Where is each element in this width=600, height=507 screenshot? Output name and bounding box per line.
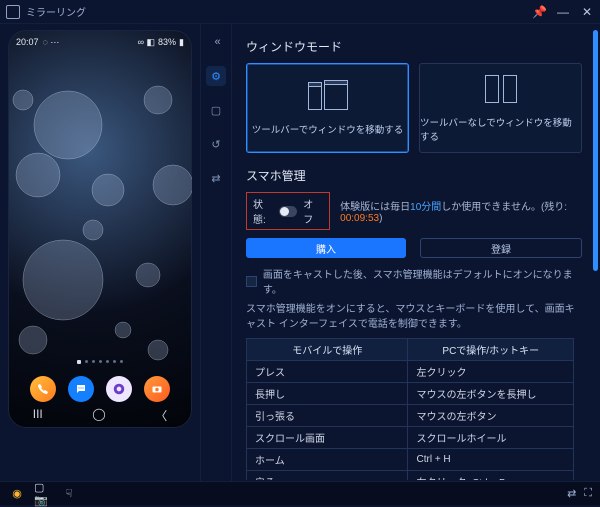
transfer-icon[interactable]: ⇄ xyxy=(206,168,226,188)
window-mode-card-no-toolbar[interactable]: ツールバーなしでウィンドウを移動する xyxy=(419,63,582,153)
help-text: スマホ管理機能をオンにすると、マウスとキーボードを使用して、画面キャスト インタ… xyxy=(246,302,588,332)
register-button[interactable]: 登録 xyxy=(420,238,582,258)
phone-navbar: III ◯ 〈 xyxy=(8,407,192,424)
screenshot-icon[interactable]: ▢​📷 xyxy=(34,485,52,503)
minimize-icon[interactable]: — xyxy=(556,5,570,19)
table-cell: Ctrl + H xyxy=(408,449,574,471)
table-cell: 長押し xyxy=(247,383,408,405)
state-toggle[interactable] xyxy=(279,206,297,217)
camera-icon[interactable] xyxy=(144,376,170,402)
gear-icon[interactable]: ⚙ xyxy=(206,66,226,86)
table-cell: 右クリック; Ctrl + B xyxy=(408,471,574,481)
titlebar: ミラーリング 📌 — ✕ xyxy=(0,0,600,24)
state-box: 状態: オフ xyxy=(246,192,330,230)
pin-icon[interactable]: 📌 xyxy=(532,5,546,19)
table-cell: ホーム xyxy=(247,449,408,471)
table-row: スクロール画面スクロールホイール xyxy=(247,427,574,449)
phone-dock xyxy=(8,376,192,402)
table-cell: 左クリック xyxy=(408,361,574,383)
record-icon[interactable]: ◉ xyxy=(8,485,26,503)
fullscreen-icon[interactable]: ⛶ xyxy=(584,487,592,500)
table-row: 長押しマウスの左ボタンを長押し xyxy=(247,383,574,405)
back-button[interactable]: 〈 xyxy=(155,407,167,424)
state-value: オフ xyxy=(303,196,321,226)
buy-button[interactable]: 購入 xyxy=(246,238,406,258)
trial-text: 体験版には毎日10分間しか使用できません。(残り: 00:09:53) xyxy=(340,198,588,224)
message-icon[interactable] xyxy=(68,376,94,402)
window-mode-title: ウィンドウモード xyxy=(246,38,588,55)
window-mode-card-with-toolbar[interactable]: ツールバーでウィンドウを移動する xyxy=(246,63,409,153)
checkbox-label: 画面をキャストした後、スマホ管理機能はデフォルトにオンになります。 xyxy=(263,266,588,296)
table-row: 引っ張るマウスの左ボタン xyxy=(247,405,574,427)
state-label: 状態: xyxy=(253,196,273,226)
auto-enable-checkbox[interactable] xyxy=(246,276,257,287)
phone-preview-column: 20:07 ◌ ⋯ ∞ ◧ 83% ▮ xyxy=(0,24,200,481)
phone-screen[interactable]: 20:07 ◌ ⋯ ∞ ◧ 83% ▮ xyxy=(8,30,192,428)
table-row: ホームCtrl + H xyxy=(247,449,574,471)
app-title: ミラーリング xyxy=(26,4,86,19)
pointer-icon[interactable]: ☟ xyxy=(60,485,78,503)
table-cell: マウスの左ボタン xyxy=(408,405,574,427)
recent-button[interactable]: III xyxy=(33,407,43,424)
page-indicator xyxy=(8,360,192,364)
table-cell: 引っ張る xyxy=(247,405,408,427)
wallpaper-bubbles xyxy=(8,30,192,428)
phone-manage-title: スマホ管理 xyxy=(246,167,588,184)
cast-icon[interactable]: ▢ xyxy=(206,100,226,120)
table-cell: 戻る xyxy=(247,471,408,481)
settings-panel: ウィンドウモード ツールバーでウィンドウを移動する ツールバーなしでウィンドウを… xyxy=(232,24,600,481)
hotkey-table: モバイルで操作 PCで操作/ホットキー プレス左クリック長押しマウスの左ボタンを… xyxy=(246,338,574,480)
table-cell: プレス xyxy=(247,361,408,383)
table-row: 戻る右クリック; Ctrl + B xyxy=(247,471,574,481)
table-head-pc: PCで操作/ホットキー xyxy=(408,339,574,361)
bottom-toolbar: ◉ ▢​📷 ☟ ⇄ ⛶ xyxy=(0,481,600,505)
card-label: ツールバーでウィンドウを移動する xyxy=(252,122,403,136)
table-head-mobile: モバイルで操作 xyxy=(247,339,408,361)
table-cell: スクロール画面 xyxy=(247,427,408,449)
card-label: ツールバーなしでウィンドウを移動する xyxy=(420,115,581,143)
app-logo-icon xyxy=(6,5,20,19)
table-cell: マウスの左ボタンを長押し xyxy=(408,383,574,405)
orientation-icon[interactable]: ⇄ xyxy=(567,487,576,500)
home-button[interactable]: ◯ xyxy=(92,407,105,424)
collapse-icon[interactable]: « xyxy=(206,32,226,52)
table-cell: スクロールホイール xyxy=(408,427,574,449)
phone-icon[interactable] xyxy=(30,376,56,402)
history-icon[interactable]: ↺ xyxy=(206,134,226,154)
hotkey-table-wrap: モバイルで操作 PCで操作/ホットキー プレス左クリック長押しマウスの左ボタンを… xyxy=(246,338,588,480)
table-row: プレス左クリック xyxy=(247,361,574,383)
panel-scrollbar[interactable] xyxy=(593,30,598,477)
sidebar-rail: « ⚙ ▢ ↺ ⇄ xyxy=(200,24,232,481)
close-icon[interactable]: ✕ xyxy=(580,5,594,19)
browser-icon[interactable] xyxy=(106,376,132,402)
